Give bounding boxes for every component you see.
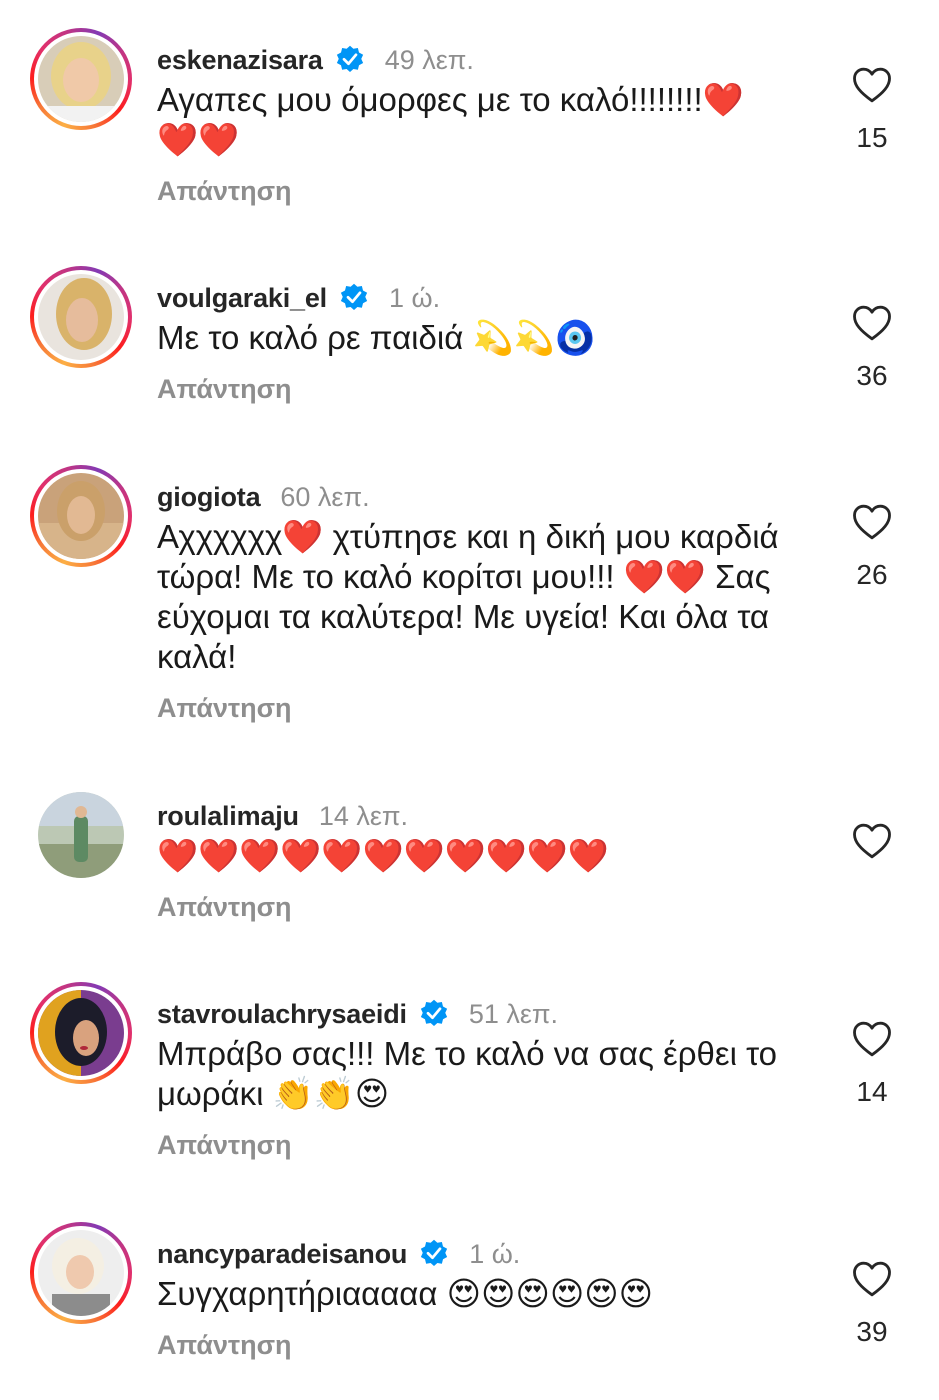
heart-outline-icon[interactable] bbox=[852, 503, 892, 541]
comment-text: Αγαπες μου όμορφες με το καλό!!!!!!!!❤️ … bbox=[157, 81, 744, 158]
comment-text: Μπράβο σας!!! Με το καλό να σας έρθει το… bbox=[157, 1035, 787, 1112]
comment-username[interactable]: giogiota bbox=[157, 482, 261, 513]
avatar bbox=[38, 990, 124, 1076]
like-area: 15 bbox=[838, 66, 906, 154]
heart-outline-icon[interactable] bbox=[852, 1020, 892, 1058]
avatar-story-ring[interactable] bbox=[30, 1222, 132, 1324]
like-area: 14 bbox=[838, 1020, 906, 1108]
comment-text: Με το καλό ρε παιδιά 💫💫🧿 bbox=[157, 319, 596, 356]
verified-badge-icon bbox=[335, 45, 365, 75]
verified-badge-icon bbox=[419, 1239, 449, 1269]
comment-text: ❤️❤️❤️❤️❤️❤️❤️❤️❤️❤️❤️ bbox=[157, 837, 609, 874]
comment-username[interactable]: roulalimaju bbox=[157, 801, 299, 832]
avatar bbox=[38, 274, 124, 360]
like-count: 26 bbox=[856, 559, 888, 590]
heart-outline-icon[interactable] bbox=[852, 1260, 892, 1298]
comment-username[interactable]: nancyparadeisanou bbox=[157, 1239, 407, 1270]
like-area: 36 bbox=[838, 304, 906, 392]
verified-badge-icon bbox=[419, 999, 449, 1029]
comment-username[interactable]: stavroulachrysaeidi bbox=[157, 999, 407, 1030]
comment-timestamp: 1 ώ. bbox=[389, 282, 441, 313]
avatar bbox=[38, 36, 124, 122]
avatar-frame[interactable] bbox=[30, 784, 132, 886]
like-area bbox=[838, 822, 906, 878]
avatar-story-ring[interactable] bbox=[30, 465, 132, 567]
heart-outline-icon[interactable] bbox=[852, 66, 892, 104]
like-area: 26 bbox=[838, 503, 906, 591]
comment-timestamp: 60 λεπ. bbox=[280, 481, 370, 512]
like-area: 39 bbox=[838, 1260, 906, 1348]
like-count: 39 bbox=[856, 1316, 888, 1347]
comment-timestamp: 51 λεπ. bbox=[468, 998, 559, 1029]
like-count: 15 bbox=[856, 122, 888, 153]
avatar bbox=[38, 473, 124, 559]
reply-button[interactable]: Απάντηση bbox=[157, 1130, 292, 1161]
comment-timestamp: 14 λεπ. bbox=[318, 800, 409, 831]
comment-username[interactable]: voulgaraki_el bbox=[157, 283, 327, 314]
comment-timestamp: 1 ώ. bbox=[469, 1238, 521, 1269]
like-count: 14 bbox=[856, 1076, 888, 1107]
avatar bbox=[38, 1230, 124, 1316]
verified-badge-icon bbox=[339, 283, 369, 313]
reply-button[interactable]: Απάντηση bbox=[157, 1330, 292, 1361]
reply-button[interactable]: Απάντηση bbox=[157, 892, 292, 923]
reply-button[interactable]: Απάντηση bbox=[157, 693, 292, 724]
like-count: 36 bbox=[856, 360, 888, 391]
comment-text: Συγχαρητήριααααα 😍😍😍😍😍😍 bbox=[157, 1275, 654, 1312]
reply-button[interactable]: Απάντηση bbox=[157, 374, 292, 405]
reply-button[interactable]: Απάντηση bbox=[157, 176, 292, 207]
avatar bbox=[38, 792, 124, 878]
avatar-story-ring[interactable] bbox=[30, 28, 132, 130]
comment-text: Αχχχχχχ❤️ χτύπησε και η δική μου καρδιά … bbox=[157, 518, 788, 675]
heart-outline-icon[interactable] bbox=[852, 822, 892, 860]
comment-username[interactable]: eskenazisara bbox=[157, 45, 323, 76]
avatar-story-ring[interactable] bbox=[30, 982, 132, 1084]
avatar-story-ring[interactable] bbox=[30, 266, 132, 368]
heart-outline-icon[interactable] bbox=[852, 304, 892, 342]
comment-timestamp: 49 λεπ. bbox=[384, 44, 474, 75]
